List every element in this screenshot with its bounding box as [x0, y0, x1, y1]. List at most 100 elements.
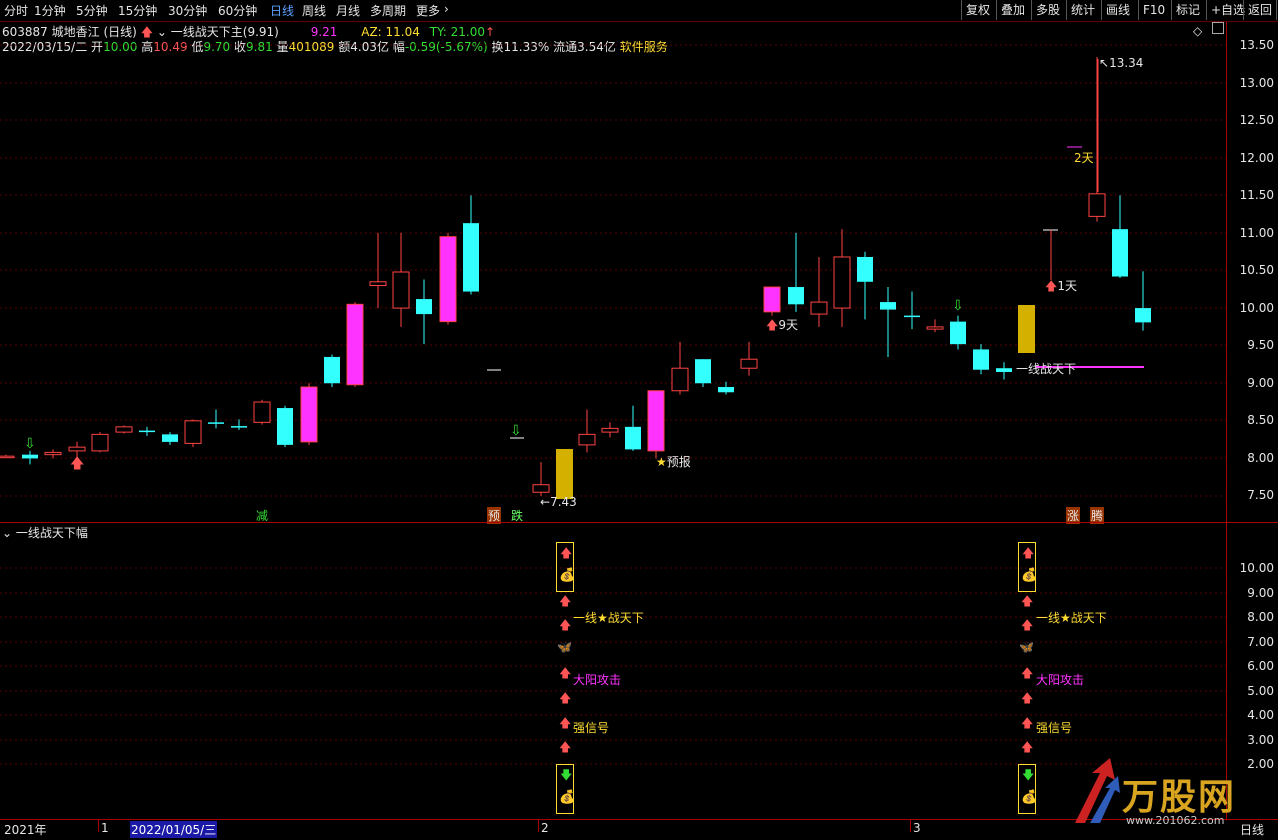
- xaxis-year: 2021年: [4, 823, 47, 837]
- axis-label: 10.00: [1239, 561, 1274, 575]
- mark-button[interactable]: 标记: [1171, 0, 1204, 20]
- candle-body: [996, 368, 1012, 372]
- up-arrow-icon: 🡅: [766, 318, 779, 332]
- up-arrow-icon: 🡅: [1021, 740, 1034, 754]
- axis-label: 7.00: [1247, 635, 1274, 649]
- period-tab-60min[interactable]: 60分钟: [218, 2, 257, 19]
- draw-line-button[interactable]: 画线: [1101, 0, 1134, 20]
- signal-label-strong: 强信号: [1036, 721, 1073, 735]
- one-day-text: 1天: [1057, 279, 1077, 293]
- down-arrow-icon: ⇩: [510, 423, 522, 439]
- candle-body: [810, 301, 828, 315]
- xaxis-tick: [538, 820, 539, 832]
- candle-body: [346, 303, 364, 386]
- candle-body: [532, 484, 550, 493]
- period-tab-monthly[interactable]: 月线: [336, 2, 360, 19]
- up-arrow-icon: 🡅: [559, 716, 572, 730]
- up-arrow-icon: 🡅: [1021, 594, 1034, 608]
- candle-body: [926, 326, 944, 330]
- money-bag-icon: 💰: [1021, 568, 1038, 583]
- money-bag-box: 🡅 💰: [1018, 542, 1038, 592]
- candle-body: [1112, 229, 1128, 277]
- candle-body: [973, 349, 989, 370]
- up-arrow-icon: 🡅: [559, 666, 572, 680]
- candle-body: [0, 455, 15, 459]
- candle-body: [788, 287, 804, 305]
- period-tab-fenshi[interactable]: 分时: [4, 2, 28, 19]
- xaxis-month: 3: [913, 821, 921, 835]
- back-button[interactable]: 返回: [1243, 0, 1278, 20]
- candle-body: [184, 420, 202, 444]
- candle-body: [625, 426, 641, 450]
- candle-body: [91, 433, 109, 452]
- money-bag-box: 🡇 💰: [1018, 764, 1038, 814]
- up-arrow-icon: 🡅: [70, 456, 85, 472]
- overlay-button[interactable]: 叠加: [996, 0, 1029, 20]
- low-price-label: ←7.43: [540, 495, 577, 509]
- period-tab-1min[interactable]: 1分钟: [34, 2, 66, 19]
- candle-body: [880, 302, 896, 310]
- candle-body: [369, 281, 387, 287]
- signal-label-dayang: 大阳攻击: [1036, 673, 1085, 687]
- multi-stock-button[interactable]: 多股: [1031, 0, 1064, 20]
- candle-body: [718, 387, 734, 393]
- candle-body: [416, 299, 432, 315]
- candle-body: [300, 386, 318, 443]
- period-tab-daily[interactable]: 日线: [270, 2, 294, 19]
- up-arrow-icon: 🡅: [1045, 279, 1058, 293]
- down-arrow-icon: ⇩: [24, 436, 36, 452]
- candle-body: [950, 321, 966, 345]
- period-tab-30min[interactable]: 30分钟: [168, 2, 207, 19]
- axis-label: 12.00: [1239, 151, 1274, 165]
- signal-column-2: 🡅 💰 🡅 🡅 🦋 🡅 🡅 🡅 🡅 🡇 💰: [1018, 542, 1038, 817]
- up-arrow-icon: 🡅: [559, 618, 572, 632]
- candle-body: [392, 271, 410, 309]
- candle-body: [671, 367, 689, 392]
- signal-column-1: 🡅 💰 🡅 🡅 🦋 🡅 🡅 🡅 🡅 🡇 💰: [556, 542, 576, 817]
- warning-text: 预报: [666, 455, 691, 469]
- axis-label: 10.50: [1239, 263, 1274, 277]
- xaxis-date-cursor: 2022/01/05/三: [130, 821, 218, 838]
- up-arrow-icon: 🡅: [559, 594, 572, 608]
- fuquan-button[interactable]: 复权: [961, 0, 994, 20]
- axis-label: 5.00: [1247, 684, 1274, 698]
- up-arrow-icon: 🡅: [1021, 691, 1034, 705]
- candle-body: [115, 426, 133, 433]
- money-bag-icon: 💰: [559, 790, 576, 805]
- candle-body: [277, 408, 293, 445]
- butterfly-icon: 🦋: [1019, 640, 1034, 654]
- signal-label-yixian: 一线★战天下: [1036, 611, 1107, 625]
- xaxis-month: 1: [101, 821, 109, 835]
- up-arrow-icon: 🡅: [1021, 666, 1034, 680]
- money-bag-box: 🡇 💰: [556, 764, 576, 814]
- period-tab-5min[interactable]: 5分钟: [76, 2, 108, 19]
- period-tab-15min[interactable]: 15分钟: [118, 2, 157, 19]
- nine-days-text: 9天: [778, 318, 798, 332]
- xaxis-month: 2: [541, 821, 549, 835]
- candle-body: [1088, 193, 1106, 217]
- axis-label: 10.00: [1239, 301, 1274, 315]
- signal-label-dayang: 大阳攻击: [573, 673, 622, 687]
- axis-label: 9.50: [1247, 338, 1274, 352]
- axis-label: 6.00: [1247, 659, 1274, 673]
- kline-chart[interactable]: [0, 22, 1226, 522]
- axis-label: 12.50: [1239, 113, 1274, 127]
- money-bag-icon: 💰: [1021, 790, 1038, 805]
- stats-button[interactable]: 统计: [1066, 0, 1099, 20]
- down-arrow-icon: 🡇: [560, 768, 573, 782]
- chevron-right-icon[interactable]: ›: [444, 2, 449, 16]
- candle-body: [578, 433, 596, 446]
- candle-body: [857, 256, 873, 282]
- candle-body: [253, 401, 271, 423]
- period-tab-multi[interactable]: 多周期: [370, 2, 406, 19]
- period-tab-more[interactable]: 更多: [416, 2, 440, 19]
- axis-label: 11.00: [1239, 226, 1274, 240]
- xaxis-tick: [910, 820, 911, 832]
- signal-label-strong: 强信号: [573, 721, 610, 735]
- axis-label: 9.00: [1247, 586, 1274, 600]
- candle-body: [833, 256, 851, 309]
- period-tab-weekly[interactable]: 周线: [302, 2, 326, 19]
- axis-label: 4.00: [1247, 708, 1274, 722]
- signal-label-yixian: 一线★战天下: [573, 611, 644, 625]
- f10-button[interactable]: F10: [1138, 0, 1169, 20]
